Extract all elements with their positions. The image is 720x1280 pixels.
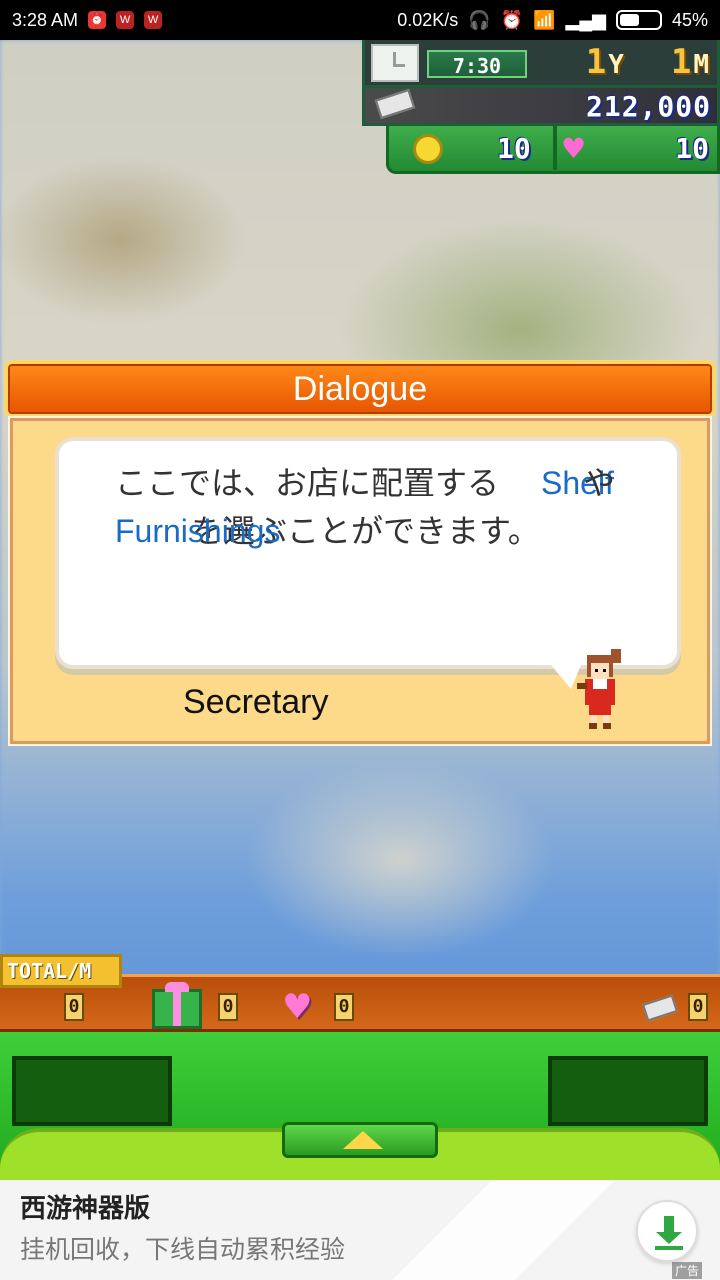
coin-icon — [413, 134, 443, 164]
menu-slot-left[interactable] — [12, 1056, 172, 1126]
ad-subtitle: 挂机回收，下线自动累积经验 — [20, 1235, 346, 1264]
heart-icon: ♥ — [561, 132, 587, 165]
hud-date-row: 7:30 1Y 1M — [362, 40, 720, 88]
status-time: 3:28 AM — [12, 9, 79, 30]
network-speed: 0.02K/s — [397, 9, 459, 30]
hud-coins: 10 — [497, 132, 531, 165]
status-bar: 3:28 AM ⏰ W W 0.02K/s 🎧 ⏰ 📶 ▂▄▆ 45% — [0, 0, 720, 40]
hud-money-row: 212,000 — [362, 88, 720, 126]
total-coin-value: 0 — [64, 993, 84, 1021]
hud-clock-time: 7:30 — [427, 50, 527, 78]
hud-points-row: 10 ♥ 10 — [386, 126, 720, 174]
hud-separator — [553, 126, 557, 170]
speech-bubble: ここでは、お店に配置する Shelf や を選ぶことができます。 Furnish… — [55, 437, 681, 669]
notification-app-icon-2: W — [144, 11, 163, 29]
hud-money: 212,000 — [585, 90, 711, 123]
ad-title: 西游神器版 — [20, 1194, 151, 1224]
notification-app-icon: W — [116, 11, 135, 29]
dialogue-message: ここでは、お店に配置する Shelf や を選ぶことができます。 Furnish… — [115, 459, 635, 555]
hud-year-unit: Y — [608, 50, 626, 80]
ad-banner[interactable]: 西游神器版 挂机回收，下线自动累积经验 — [0, 1180, 720, 1280]
dialogue-panel[interactable]: ここでは、お店に配置する Shelf や を選ぶことができます。 Furnish… — [8, 416, 712, 746]
message-particle: や — [583, 464, 616, 502]
ad-label: 广告 — [672, 1262, 703, 1279]
total-ticket-icon — [642, 994, 678, 1022]
hud-hearts: 10 — [675, 132, 709, 165]
bottom-menu-panel — [0, 1032, 720, 1180]
secretary-character-icon — [577, 649, 621, 729]
message-line-1: ここでは、お店に配置する Shelf や — [115, 459, 635, 507]
dialogue-title: Dialogue — [4, 360, 716, 418]
battery-percent: 45% — [671, 9, 708, 30]
menu-slot-right[interactable] — [548, 1056, 708, 1126]
total-ticket-value: 0 — [688, 993, 708, 1021]
hud-year-month: 1Y 1M — [586, 42, 711, 82]
battery-icon — [615, 10, 662, 30]
total-heart-value: 0 — [334, 993, 354, 1021]
hud-month: 1 — [670, 42, 694, 82]
message-line-2: を選ぶことができます。 Furnishings — [115, 507, 635, 555]
furnishings-link: Furnishings — [115, 513, 281, 549]
wifi-icon: 📶 — [533, 9, 556, 30]
hud-year: 1 — [585, 42, 609, 82]
money-ticket-icon — [374, 88, 416, 120]
expand-menu-button[interactable] — [282, 1122, 438, 1158]
speaker-name: Secretary — [183, 683, 329, 721]
game-hud: 7:30 1Y 1M 212,000 10 ♥ 10 — [362, 40, 720, 180]
alarm-icon: ⏰ — [500, 9, 524, 30]
hud-month-unit: M — [693, 50, 711, 80]
download-icon[interactable] — [636, 1200, 698, 1262]
headphones-icon: 🎧 — [468, 9, 491, 30]
clock-icon — [371, 44, 419, 82]
signal-icon: ▂▄▆ — [565, 9, 606, 30]
total-heart-icon: ♥ — [282, 987, 313, 1027]
message-text-1: ここでは、お店に配置する — [115, 464, 500, 502]
gift-icon — [152, 982, 202, 1029]
total-gift-value: 0 — [218, 993, 238, 1021]
alarm-app-icon: ⏰ — [88, 11, 107, 29]
total-per-month-label: TOTAL/M — [0, 954, 122, 988]
